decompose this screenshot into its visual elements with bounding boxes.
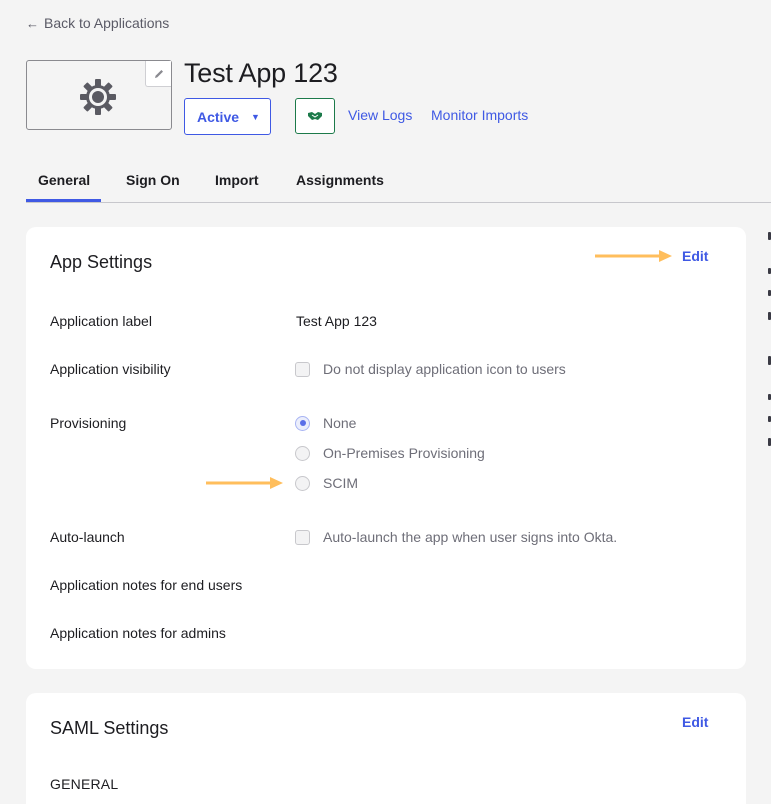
visibility-option-label: Do not display application icon to users xyxy=(323,361,566,377)
provisioning-radio-none[interactable] xyxy=(295,415,310,431)
back-link-label: Back to Applications xyxy=(44,15,170,31)
provisioning-radio-scim[interactable] xyxy=(295,475,310,491)
saml-general-section-label: GENERAL xyxy=(50,776,119,792)
provisioning-none-label: None xyxy=(323,415,357,431)
edit-logo-button[interactable] xyxy=(145,61,171,87)
app-settings-edit-link[interactable]: Edit xyxy=(682,248,708,264)
annotation-arrow-icon xyxy=(206,477,283,489)
tab-sign-on[interactable]: Sign On xyxy=(126,172,180,188)
monitor-imports-link[interactable]: Monitor Imports xyxy=(431,107,528,123)
saml-settings-edit-link[interactable]: Edit xyxy=(682,714,708,730)
auto-launch-option: Auto-launch the app when user signs into… xyxy=(295,529,617,545)
provisioning-on-premises-label: On-Premises Provisioning xyxy=(323,445,485,461)
provisioning-scim-label: SCIM xyxy=(323,475,358,491)
auto-launch-option-label: Auto-launch the app when user signs into… xyxy=(323,529,618,545)
provisioning-option-on-premises: On-Premises Provisioning xyxy=(295,445,485,461)
notes-end-users-label: Application notes for end users xyxy=(50,577,243,593)
app-title: Test App 123 xyxy=(184,58,338,88)
app-logo xyxy=(26,60,172,130)
auto-launch-label: Auto-launch xyxy=(50,529,125,545)
application-label-label: Application label xyxy=(50,313,152,329)
notes-admins-label: Application notes for admins xyxy=(50,625,226,641)
status-dropdown[interactable]: Active ▼ xyxy=(184,98,271,135)
caret-down-icon: ▼ xyxy=(251,111,260,122)
tab-general[interactable]: General xyxy=(25,172,102,202)
visibility-checkbox[interactable] xyxy=(295,361,310,377)
tab-assignments[interactable]: Assignments xyxy=(296,172,384,188)
application-label-value: Test App 123 xyxy=(296,313,377,329)
back-to-applications-link[interactable]: ← Back to Applications xyxy=(26,15,169,31)
saml-settings-card: SAML Settings Edit GENERAL xyxy=(26,693,746,804)
application-visibility-label: Application visibility xyxy=(50,361,171,377)
handshake-button[interactable] xyxy=(295,98,335,134)
provisioning-option-scim: SCIM xyxy=(295,475,358,491)
app-settings-card: App Settings Edit Application label Test… xyxy=(26,227,746,669)
provisioning-radio-on-premises[interactable] xyxy=(295,445,310,461)
auto-launch-checkbox[interactable] xyxy=(295,529,310,545)
arrow-left-icon: ← xyxy=(26,15,39,31)
status-label: Active xyxy=(197,108,240,125)
tab-bar: General Sign On Import Assignments xyxy=(25,160,771,203)
view-logs-link[interactable]: View Logs xyxy=(348,107,412,123)
handshake-icon xyxy=(308,112,322,120)
saml-settings-title: SAML Settings xyxy=(50,718,169,738)
provisioning-label: Provisioning xyxy=(50,415,127,431)
provisioning-option-none: None xyxy=(295,415,356,431)
annotation-arrow-icon xyxy=(595,250,672,262)
visibility-option: Do not display application icon to users xyxy=(295,361,566,377)
tab-import[interactable]: Import xyxy=(215,172,259,188)
pencil-icon xyxy=(154,69,163,78)
gear-icon xyxy=(80,79,116,115)
app-settings-title: App Settings xyxy=(50,252,153,272)
